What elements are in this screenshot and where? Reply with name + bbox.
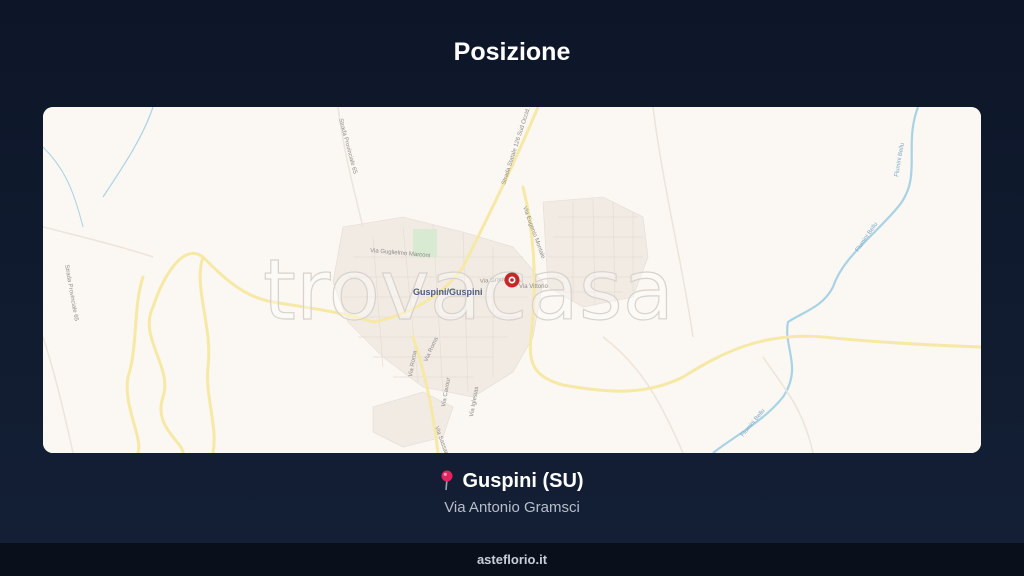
- location-heading: Guspini (SU): [0, 470, 1024, 496]
- pushpin-icon: [440, 470, 454, 496]
- footer-site-link[interactable]: asteflorio.it: [477, 552, 547, 567]
- footer: asteflorio.it: [0, 543, 1024, 576]
- location-address: Via Antonio Gramsci: [444, 499, 580, 516]
- map-view[interactable]: Strada Provinciale 65 Strada Statale 126…: [43, 107, 981, 453]
- location-name: Guspini (SU): [462, 470, 584, 492]
- town-label: Guspini/Guspini: [413, 287, 483, 297]
- location-marker-icon[interactable]: [504, 272, 520, 288]
- map-canvas[interactable]: Strada Provinciale 65 Strada Statale 126…: [43, 107, 981, 453]
- page-title: Posizione: [453, 38, 571, 66]
